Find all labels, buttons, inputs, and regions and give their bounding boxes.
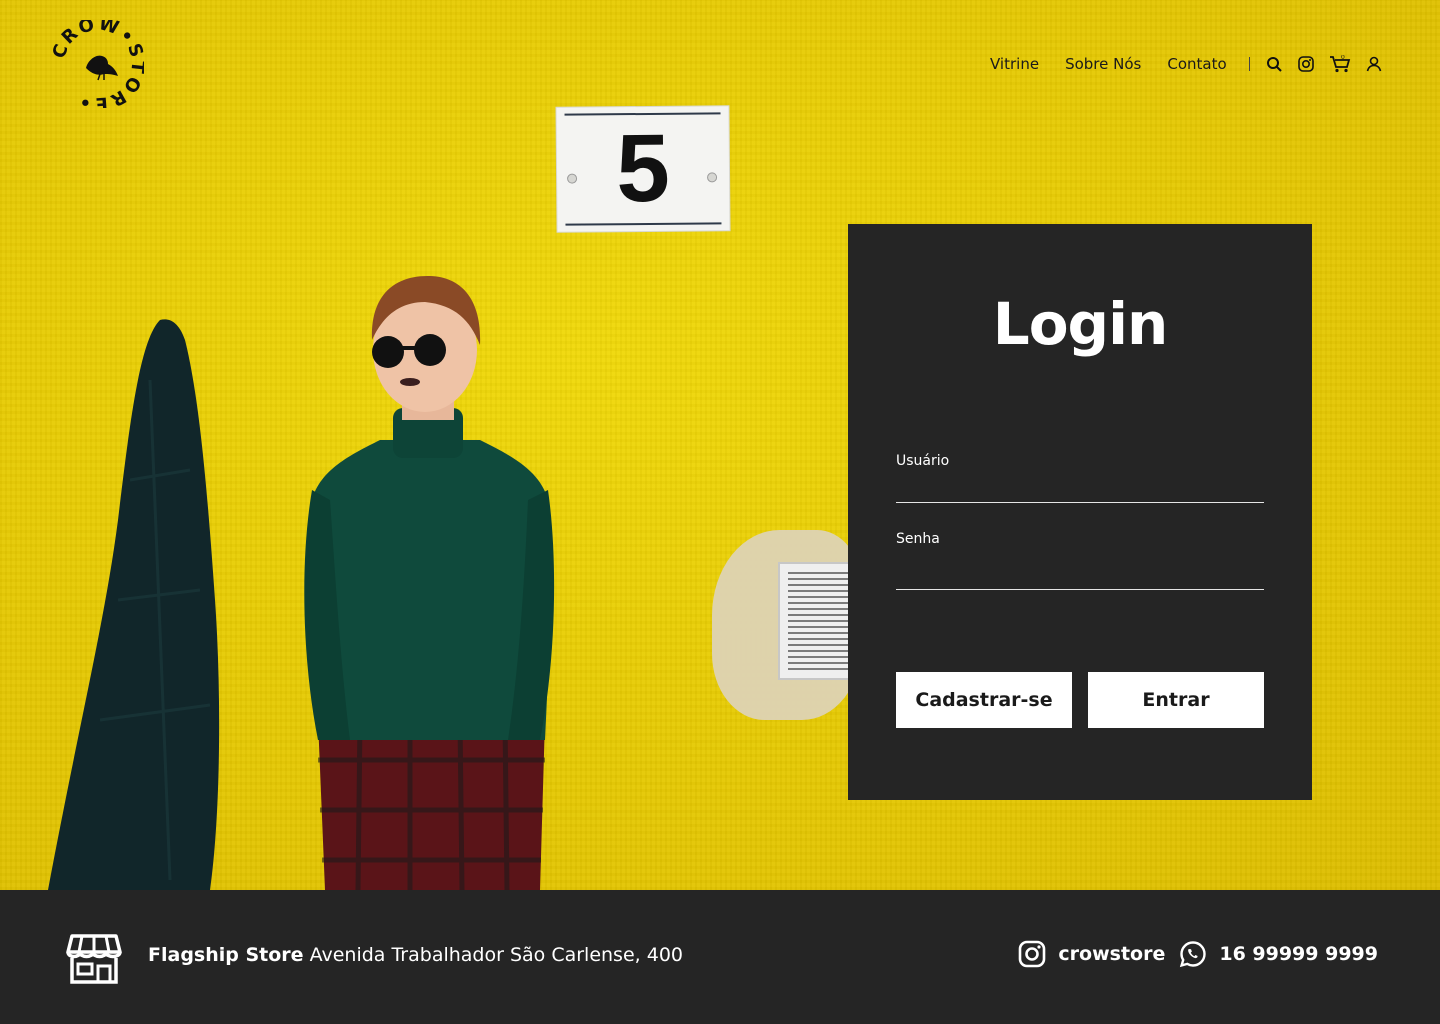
nav-divider [1248,57,1250,71]
crow-store-logo[interactable]: CROW•STORE• [52,20,144,108]
instagram-icon[interactable] [1296,54,1316,74]
store-label: Flagship Store [148,944,304,966]
store-address-text: Avenida Trabalhador São Carlense, 400 [309,944,683,966]
footer: Flagship Store Avenida Trabalhador São C… [0,890,1440,1024]
store-address: Flagship Store Avenida Trabalhador São C… [148,944,683,966]
login-title: Login [992,290,1169,358]
whatsapp-icon[interactable] [1179,940,1207,968]
top-nav: Vitrine Sobre Nós Contato 0 [990,52,1384,76]
crow-icon [86,55,118,76]
nav-link-sobre-nos[interactable]: Sobre Nós [1065,55,1141,73]
nav-link-vitrine[interactable]: Vitrine [990,55,1039,73]
user-icon[interactable] [1364,54,1384,74]
footer-contacts: crowstore 16 99999 9999 [1018,940,1378,968]
instagram-icon[interactable] [1018,940,1046,968]
username-input[interactable] [896,475,1264,503]
username-field: Usuário [896,453,1264,503]
login-submit-button[interactable]: Entrar [1088,672,1264,728]
password-label: Senha [896,531,940,547]
username-label: Usuário [896,453,950,469]
password-input[interactable] [896,553,1264,590]
hero-photo-figure [48,275,555,890]
login-panel: Login Usuário Senha Cadastrar-se Entrar [848,224,1312,800]
search-icon[interactable] [1264,54,1284,74]
signup-button[interactable]: Cadastrar-se [896,672,1072,728]
svg-text:0: 0 [1341,55,1345,61]
whatsapp-phone[interactable]: 16 99999 9999 [1219,943,1378,965]
instagram-handle[interactable]: crowstore [1058,943,1165,965]
password-field: Senha [896,531,1264,590]
cart-icon[interactable]: 0 [1328,54,1352,74]
nav-link-contato[interactable]: Contato [1167,55,1226,73]
storefront-icon [66,934,122,984]
